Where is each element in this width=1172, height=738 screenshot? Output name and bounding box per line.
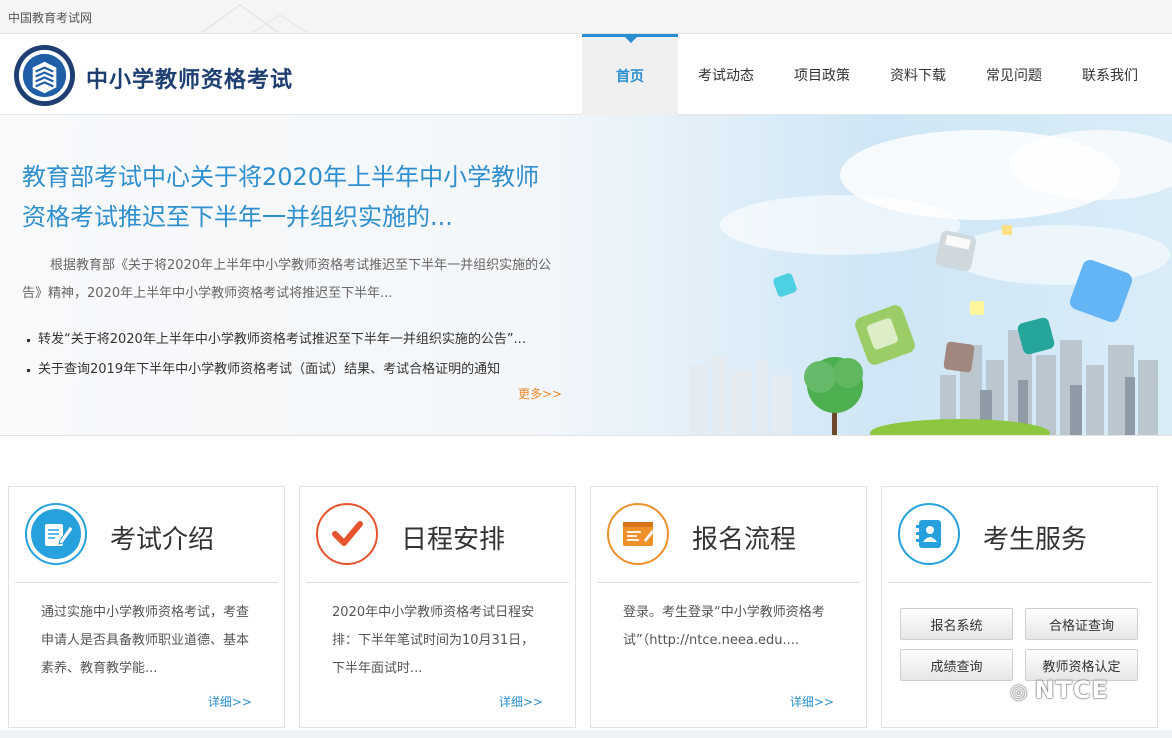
divider <box>888 582 1151 583</box>
nav-policy[interactable]: 项目政策 <box>774 34 870 115</box>
card-exam-intro: 考试介绍 通过实施中小学教师资格考试，考查申请人是否具备教师职业道德、基本素养、… <box>8 486 285 728</box>
background-decoration <box>199 3 311 34</box>
wechat-icon: ◎ <box>1010 679 1029 703</box>
card-description: 登录。考生登录“中小学教师资格考试”（http://ntce.neea.edu.… <box>623 605 825 648</box>
city-illustration <box>690 130 1172 435</box>
divider <box>306 582 569 583</box>
news-list: 转发“关于将2020年上半年中小学教师资格考试推迟至下半年一并组织实施的公告”.… <box>24 325 584 385</box>
nav-label: 常见问题 <box>986 67 1042 84</box>
top-strip: 中国教育考试网 <box>0 0 1172 34</box>
registration-system-button[interactable]: 报名系统 <box>900 608 1013 640</box>
nav-label: 项目政策 <box>794 67 850 84</box>
nav-downloads[interactable]: 资料下载 <box>870 34 966 115</box>
ntce-logo[interactable] <box>13 44 76 107</box>
headline-summary: 根据教育部《关于将2020年上半年中小学教师资格考试推迟至下半年一并组织实施的公… <box>22 258 552 301</box>
checkmark-icon <box>316 503 378 565</box>
score-query-button[interactable]: 成绩查询 <box>900 649 1013 681</box>
more-link[interactable]: 更多>> <box>518 385 562 402</box>
main-nav: 首页 考试动态 项目政策 资料下载 常见问题 联系我们 <box>582 34 1158 115</box>
nav-label: 资料下载 <box>890 67 946 84</box>
watermark: ◎ NTCE <box>1010 676 1109 704</box>
divider <box>15 582 278 583</box>
pen-document-icon <box>25 503 87 565</box>
detail-link[interactable]: 详细>> <box>790 693 834 710</box>
nav-label: 联系我们 <box>1082 67 1138 84</box>
watermark-text: NTCE <box>1034 676 1109 704</box>
registration-form-icon <box>607 503 669 565</box>
brand-title[interactable]: 中小学教师资格考试 <box>86 62 293 94</box>
detail-link[interactable]: 详细>> <box>208 693 252 710</box>
card-schedule: 日程安排 2020年中小学教师资格考试日程安排：下半年笔试时间为10月31日，下… <box>299 486 576 728</box>
active-caret-icon <box>625 37 637 43</box>
site-name[interactable]: 中国教育考试网 <box>8 9 92 26</box>
card-title[interactable]: 考试介绍 <box>110 519 214 556</box>
card-description: 通过实施中小学教师资格考试，考查申请人是否具备教师职业道德、基本素养、教育教学能… <box>41 605 250 676</box>
news-item[interactable]: 关于查询2019年下半年中小学教师资格考试（面试）结果、考试合格证明的通知 <box>24 355 584 385</box>
card-title[interactable]: 考生服务 <box>983 519 1087 556</box>
site-header: 中小学教师资格考试 首页 考试动态 项目政策 资料下载 常见问题 联系我们 <box>0 34 1172 115</box>
nav-home[interactable]: 首页 <box>582 34 678 115</box>
certificate-query-button[interactable]: 合格证查询 <box>1025 608 1138 640</box>
hero-banner: 教育部考试中心关于将2020年上半年中小学教师资格考试推迟至下半年一并组织实施的… <box>0 115 1172 436</box>
divider <box>597 582 860 583</box>
card-description: 2020年中小学教师资格考试日程安排：下半年笔试时间为10月31日，下半年面试时… <box>332 605 535 676</box>
card-registration: 报名流程 登录。考生登录“中小学教师资格考试”（http://ntce.neea… <box>590 486 867 728</box>
nav-exam-news[interactable]: 考试动态 <box>678 34 774 115</box>
card-title[interactable]: 报名流程 <box>692 519 796 556</box>
detail-link[interactable]: 详细>> <box>499 693 543 710</box>
contact-book-icon <box>898 503 960 565</box>
headline-title[interactable]: 教育部考试中心关于将2020年上半年中小学教师资格考试推迟至下半年一并组织实施的… <box>22 157 562 237</box>
nav-label: 考试动态 <box>698 67 754 84</box>
nav-contact[interactable]: 联系我们 <box>1062 34 1158 115</box>
card-title[interactable]: 日程安排 <box>401 519 505 556</box>
footer-strip <box>0 730 1172 738</box>
nav-label: 首页 <box>616 69 644 85</box>
news-item[interactable]: 转发“关于将2020年上半年中小学教师资格考试推迟至下半年一并组织实施的公告”.… <box>24 325 584 355</box>
nav-faq[interactable]: 常见问题 <box>966 34 1062 115</box>
